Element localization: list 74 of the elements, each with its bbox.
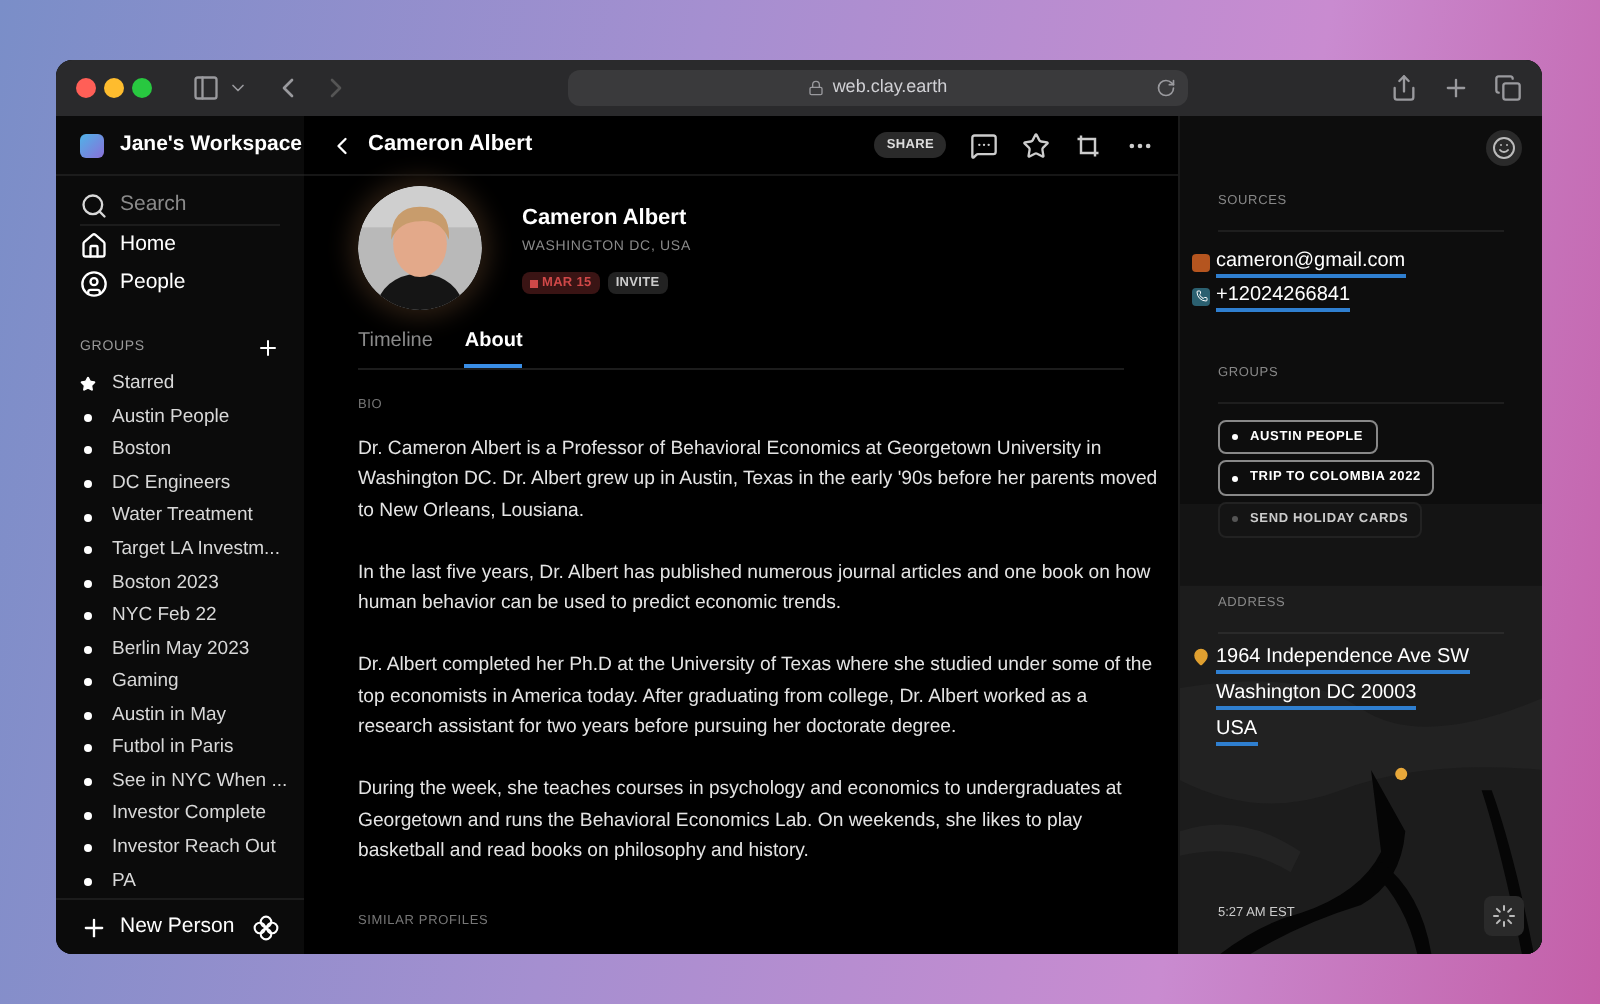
star-icon xyxy=(80,376,96,393)
group-item[interactable]: Target LA Investm... xyxy=(80,533,280,567)
tab[interactable]: Timeline xyxy=(358,322,433,368)
group-item[interactable]: NYC Feb 22 xyxy=(80,599,280,633)
phone-icon xyxy=(1192,287,1210,306)
star-icon[interactable] xyxy=(1022,131,1050,159)
search-field[interactable]: Search xyxy=(120,190,280,222)
nav-item[interactable]: Home xyxy=(80,226,280,264)
pin-icon xyxy=(1192,647,1210,665)
group-item[interactable]: Investor Complete xyxy=(80,798,280,832)
bio-paragraph: During the week, she teaches courses in psychology and economics to undergraduates at Georgetown and runs the Behavioral Economics Lab. On weekends, she likes to play basketball and read books on philosophy and history. xyxy=(358,776,1124,867)
smiley-icon xyxy=(1492,136,1516,160)
bullet-icon xyxy=(84,446,92,455)
group-item[interactable]: Water Treatment xyxy=(80,500,280,534)
group-item[interactable]: PA xyxy=(80,864,280,898)
group-item[interactable]: Starred xyxy=(80,368,280,402)
bullet-icon xyxy=(84,513,92,522)
group-item[interactable]: Austin People xyxy=(80,401,280,435)
workspace-name[interactable]: Jane's Workspace xyxy=(120,129,303,161)
group-item[interactable]: Boston xyxy=(80,434,280,468)
group-item[interactable]: Futbol in Paris xyxy=(80,732,280,766)
group-item[interactable]: Gaming xyxy=(80,666,280,700)
bullet-icon xyxy=(84,744,92,753)
address-line[interactable]: USA xyxy=(1216,715,1258,745)
reload-icon[interactable] xyxy=(1156,78,1176,98)
workspace-logo-icon xyxy=(80,133,104,157)
search-icon xyxy=(80,192,108,220)
frame-icon[interactable] xyxy=(1074,131,1102,159)
group-item[interactable]: Investor Reach Out xyxy=(80,831,280,865)
comment-icon[interactable] xyxy=(970,131,998,159)
new-tab-icon[interactable] xyxy=(1442,74,1470,102)
sidebar-icon[interactable] xyxy=(192,74,220,102)
flower-icon[interactable] xyxy=(252,913,280,941)
url-text: web.clay.earth xyxy=(832,74,948,101)
group-item[interactable]: Berlin May 2023 xyxy=(80,633,280,667)
share-icon[interactable] xyxy=(1390,74,1418,102)
loading-button[interactable] xyxy=(1484,896,1524,936)
home-icon xyxy=(80,231,108,259)
bullet-icon xyxy=(84,645,92,654)
address-line[interactable]: 1964 Independence Ave SW xyxy=(1216,643,1470,673)
bullet-icon xyxy=(84,778,92,787)
address-line[interactable]: Washington DC 20003 xyxy=(1216,679,1417,709)
address-field[interactable]: web.clay.earth xyxy=(568,70,1188,106)
group-item[interactable]: DC Engineers xyxy=(80,467,280,501)
new-person-button[interactable]: New Person xyxy=(80,911,235,943)
bullet-icon xyxy=(84,612,92,621)
lock-icon xyxy=(808,80,825,96)
bullet-icon xyxy=(84,811,92,820)
bullet-icon xyxy=(84,579,92,588)
mail-icon xyxy=(1192,253,1210,272)
group-item[interactable]: Boston 2023 xyxy=(80,566,280,600)
group-item[interactable]: Austin in May xyxy=(80,699,280,733)
tabs-icon[interactable] xyxy=(1494,74,1522,102)
bullet-icon xyxy=(84,877,92,886)
nav-item[interactable]: People xyxy=(80,264,280,302)
page-title: Cameron Albert xyxy=(368,130,533,161)
bio-paragraph: Dr. Cameron Albert is a Professor of Behavioral Economics at Georgetown University in Washington DC. Dr. Albert grew up in Austin, Texas in the early '90s before her parents moved to New Orleans, Lousiana. xyxy=(358,435,1158,526)
bio-paragraph: In the last five years, Dr. Albert has published numerous journal articles and one book on how human behavior can be used to predict economic trends. xyxy=(358,559,1153,619)
source-link[interactable]: cameron@gmail.com xyxy=(1216,247,1406,278)
person-icon xyxy=(80,269,108,297)
loader-icon xyxy=(1492,904,1516,928)
bullet-icon xyxy=(84,678,92,687)
profile-button[interactable] xyxy=(1486,130,1522,166)
source-link[interactable]: +12024266841 xyxy=(1216,281,1351,312)
bullet-icon xyxy=(84,546,92,555)
plus-icon xyxy=(80,913,108,941)
bullet-icon xyxy=(84,479,92,488)
profile-name: Cameron Albert xyxy=(522,203,689,234)
bullet-icon xyxy=(84,844,92,853)
bullet-icon xyxy=(84,711,92,720)
add-group-icon[interactable] xyxy=(256,336,280,360)
bullet-icon xyxy=(84,413,92,422)
bio-paragraph: Dr. Albert completed her Ph.D at the University of Texas where she studied under some of the top economists in America today. After graduating from college, Dr. Albert worked as a research assistant for two years before pursuing her doctorate degree. xyxy=(358,652,1155,743)
tab[interactable]: About xyxy=(464,322,523,368)
